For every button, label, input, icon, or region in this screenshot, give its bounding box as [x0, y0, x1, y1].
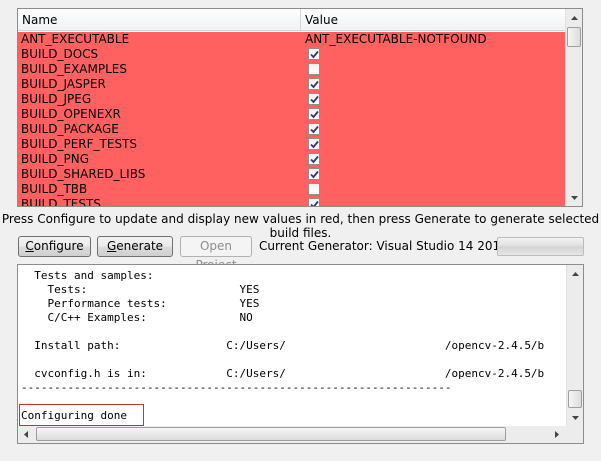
cache-variable-name: BUILD_DOCS [21, 47, 99, 61]
column-header-name[interactable]: Name [18, 9, 301, 31]
cache-variable-name: BUILD_JASPER [21, 77, 106, 91]
arrow-up-icon [571, 271, 579, 276]
output-log-vertical-scrollbar[interactable] [566, 265, 583, 426]
scroll-corner [566, 426, 583, 443]
cache-variable-name: BUILD_TBB [21, 182, 88, 196]
cache-value-checkbox[interactable] [308, 123, 320, 135]
cache-variable-name: BUILD_EXAMPLES [21, 62, 127, 76]
configure-mnemonic: C [25, 239, 34, 253]
cache-variable-value[interactable]: ANT_EXECUTABLE-NOTFOUND [305, 32, 487, 47]
check-icon [310, 125, 319, 134]
output-log[interactable]: Tests and samples: Tests: YES Performanc… [17, 264, 584, 444]
cache-row[interactable]: BUILD_PACKAGE [18, 122, 567, 137]
cache-table-header: Name Value [18, 9, 567, 31]
generate-button[interactable]: Generate [97, 236, 173, 257]
configuring-done-highlight [19, 404, 144, 426]
cache-row[interactable]: BUILD_TESTS [18, 197, 567, 207]
check-icon [310, 155, 319, 164]
arrow-left-icon [24, 431, 28, 438]
scroll-down-button[interactable] [567, 409, 583, 426]
scroll-up-button[interactable] [567, 265, 583, 282]
cache-value-checkbox[interactable] [308, 93, 320, 105]
cache-row[interactable]: BUILD_PERF_TESTS [18, 137, 567, 152]
check-icon [310, 95, 319, 104]
cache-row[interactable]: ANT_EXECUTABLE ANT_EXECUTABLE-NOTFOUND [18, 32, 567, 47]
cache-row[interactable]: BUILD_TBB [18, 182, 567, 197]
cache-variable-name: BUILD_OPENEXR [21, 107, 121, 121]
arrow-down-icon [570, 195, 578, 200]
cache-value-checkbox[interactable] [308, 168, 320, 180]
output-line: cvconfig.h is in: C:/Users/ /opencv-2.4.… [21, 367, 545, 380]
cache-value-checkbox[interactable] [308, 78, 320, 90]
scroll-down-button[interactable] [566, 189, 582, 206]
scroll-thumb[interactable] [568, 390, 582, 408]
check-icon [310, 80, 319, 89]
cache-row[interactable]: BUILD_EXAMPLES [18, 62, 567, 77]
cache-row[interactable]: BUILD_SHARED_LIBS [18, 167, 567, 182]
scroll-thumb[interactable] [567, 27, 581, 47]
cache-variable-name: ANT_EXECUTABLE [21, 32, 130, 46]
check-icon [310, 140, 319, 149]
cache-value-checkbox[interactable] [308, 48, 320, 60]
check-icon [310, 200, 319, 206]
open-project-button[interactable]: Open Project [180, 236, 252, 272]
output-line: C/C++ Examples: NO [21, 311, 253, 324]
cache-row[interactable]: BUILD_DOCS [18, 47, 567, 62]
cache-variable-name: BUILD_PERF_TESTS [21, 137, 138, 151]
cache-variable-name: BUILD_SHARED_LIBS [21, 167, 146, 181]
progress-bar [497, 237, 584, 256]
output-log-text: Tests and samples: Tests: YES Performanc… [21, 269, 566, 423]
cache-value-checkbox[interactable] [308, 108, 320, 120]
cache-value-checkbox[interactable] [308, 198, 320, 206]
scroll-right-button[interactable] [549, 426, 565, 443]
cache-value-checkbox[interactable] [308, 63, 320, 75]
scroll-thumb[interactable] [36, 427, 506, 441]
check-icon [310, 50, 319, 59]
scroll-left-button[interactable] [18, 426, 34, 443]
arrow-up-icon [570, 15, 578, 20]
cache-row[interactable]: BUILD_JPEG [18, 92, 567, 107]
cache-variable-name: BUILD_JPEG [21, 92, 92, 106]
output-line: Tests and samples: [21, 269, 154, 282]
cache-variable-name: BUILD_PNG [21, 152, 89, 166]
cache-table-scrollbar[interactable] [565, 9, 582, 206]
cache-row[interactable]: BUILD_PNG [18, 152, 567, 167]
cache-table[interactable]: Name Value ANT_EXECUTABLE ANT_EXECUTABLE-… [17, 8, 583, 207]
check-icon [310, 110, 319, 119]
column-header-value[interactable]: Value [301, 9, 567, 31]
cache-value-checkbox[interactable] [308, 138, 320, 150]
cache-row[interactable]: BUILD_JASPER [18, 77, 567, 92]
output-line: ----------------------------------------… [21, 381, 452, 394]
output-line: Tests: YES [21, 283, 260, 296]
arrow-down-icon [571, 415, 579, 420]
configure-label: onfigure [33, 239, 84, 253]
output-line: Install path: C:/Users/ /opencv-2.4.5/b [21, 339, 545, 352]
cache-value-checkbox[interactable] [308, 183, 320, 195]
cache-variable-name: BUILD_PACKAGE [21, 122, 119, 136]
cache-row[interactable]: BUILD_OPENEXR [18, 107, 567, 122]
arrow-right-icon [555, 431, 559, 438]
check-icon [310, 170, 319, 179]
scroll-up-button[interactable] [566, 9, 582, 26]
cache-table-body: ANT_EXECUTABLE ANT_EXECUTABLE-NOTFOUND BUI… [18, 32, 567, 207]
generate-label: enerate [116, 239, 164, 253]
output-line: Performance tests: YES [21, 297, 260, 310]
configure-button[interactable]: Configure [18, 236, 91, 257]
cache-value-checkbox[interactable] [308, 153, 320, 165]
output-log-horizontal-scrollbar[interactable] [18, 426, 566, 443]
generate-mnemonic: G [106, 239, 117, 253]
cache-variable-name: BUILD_TESTS [21, 197, 101, 207]
